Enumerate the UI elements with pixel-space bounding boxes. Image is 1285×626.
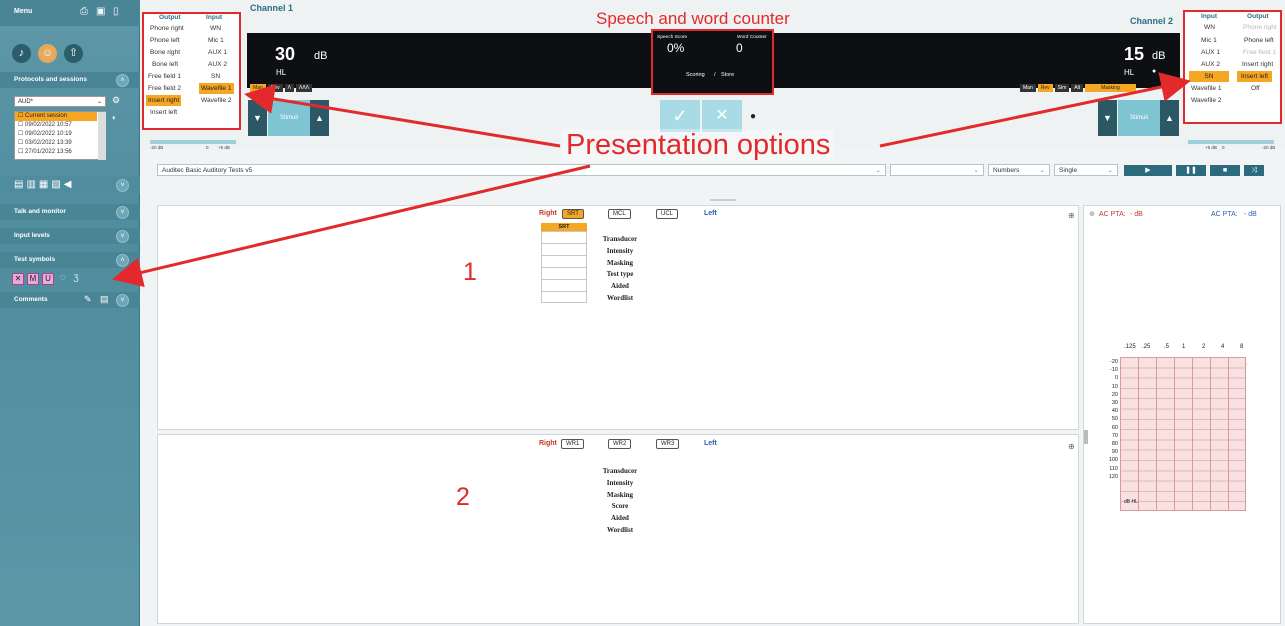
annotation-arrows xyxy=(112,72,1191,288)
arrow-to-channel1 xyxy=(244,84,561,148)
arrow-to-test-symbols xyxy=(112,164,591,288)
arrow-to-channel2 xyxy=(879,72,1191,148)
